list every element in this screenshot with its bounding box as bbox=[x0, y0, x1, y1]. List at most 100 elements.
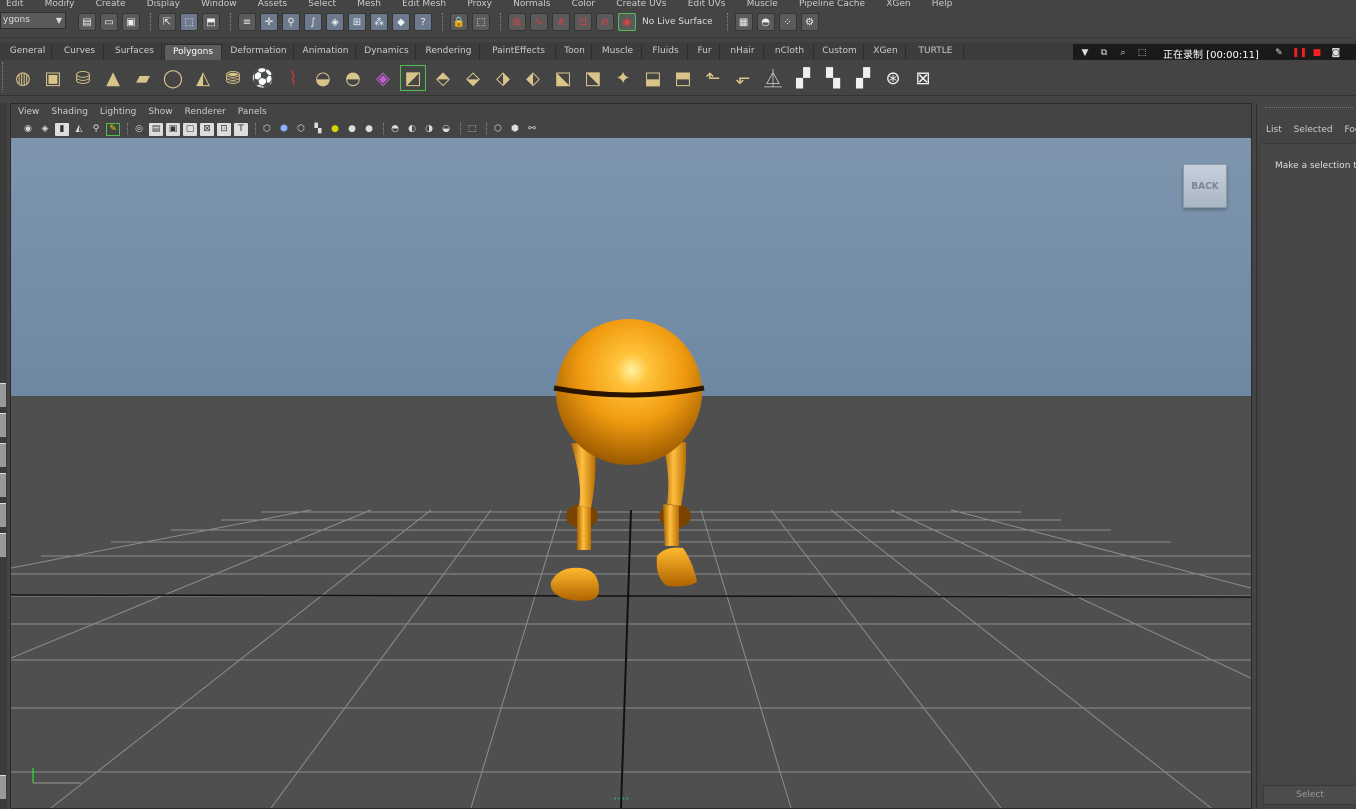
menu-window[interactable]: Window bbox=[201, 0, 237, 8]
render-view-icon[interactable]: ▦ bbox=[734, 13, 753, 31]
select-misc-icon[interactable]: ? bbox=[414, 13, 432, 31]
poly-torus-icon[interactable]: ◯ bbox=[160, 65, 186, 91]
resolution-gate-icon[interactable]: ▣ bbox=[166, 122, 180, 136]
menu-modify[interactable]: Modify bbox=[45, 0, 75, 8]
poly-pipe-icon[interactable]: ⛃ bbox=[220, 65, 246, 91]
depth-of-field-icon[interactable]: ◑ bbox=[422, 123, 436, 136]
view-cube-back[interactable]: BACK bbox=[1183, 164, 1227, 208]
separate-icon[interactable]: ◓ bbox=[340, 65, 366, 91]
tool-button[interactable] bbox=[0, 775, 6, 799]
camera-icon[interactable]: ◙ bbox=[1330, 47, 1342, 59]
poly-pyramid-icon[interactable]: ◭ bbox=[190, 65, 216, 91]
ipr-render-icon[interactable]: ⁘ bbox=[778, 13, 797, 31]
tool-button[interactable] bbox=[0, 503, 6, 527]
select-curves-icon[interactable]: ∫ bbox=[304, 13, 322, 31]
panel-menu-panels[interactable]: Panels bbox=[238, 107, 267, 117]
smooth-proxy-icon[interactable]: ◈ bbox=[370, 65, 396, 91]
gate-mask-icon[interactable]: ▢ bbox=[183, 122, 197, 136]
duplicate-face-icon[interactable]: ⬒ bbox=[670, 65, 696, 91]
panel-menu-view[interactable]: View bbox=[18, 107, 39, 117]
menu-xgen[interactable]: XGen bbox=[886, 0, 910, 8]
poly-cone-icon[interactable]: ▲ bbox=[100, 65, 126, 91]
soccer-ball-icon[interactable]: ⚽ bbox=[250, 65, 276, 91]
image-plane-icon[interactable]: ◭ bbox=[72, 123, 86, 136]
grid-toggle-icon[interactable]: ◎ bbox=[132, 123, 146, 136]
tool-button[interactable] bbox=[0, 413, 6, 437]
select-dynamics-icon[interactable]: ⁂ bbox=[370, 13, 388, 31]
render-settings-icon[interactable]: ⚙ bbox=[800, 13, 819, 31]
stop-icon[interactable]: ■ bbox=[1311, 47, 1323, 59]
lock-selection-icon[interactable]: 🔒 bbox=[450, 13, 468, 31]
safe-action-icon[interactable]: ⊡ bbox=[217, 122, 231, 136]
select-rendering-icon[interactable]: ◆ bbox=[392, 13, 410, 31]
select-button[interactable]: Select bbox=[1263, 785, 1356, 805]
split-polygon-icon[interactable]: ⬗ bbox=[490, 65, 516, 91]
tab-custom[interactable]: Custom bbox=[816, 44, 864, 60]
reduce-icon[interactable]: ⬐ bbox=[730, 65, 756, 91]
select-handles-icon[interactable]: ✛ bbox=[260, 13, 278, 31]
shadows-icon[interactable]: ● bbox=[345, 123, 359, 136]
isolate-select-icon[interactable]: ⬚ bbox=[465, 123, 479, 136]
pause-icon[interactable]: ❚❚ bbox=[1292, 47, 1307, 59]
cylindrical-mapping-icon[interactable]: ▚ bbox=[820, 65, 846, 91]
tab-muscle[interactable]: Muscle bbox=[594, 44, 642, 60]
multisample-aa-icon[interactable]: ◐ bbox=[405, 123, 419, 136]
tool-button[interactable] bbox=[0, 473, 6, 497]
2d-pan-zoom-icon[interactable]: ⚲ bbox=[89, 123, 103, 136]
automatic-mapping-icon[interactable]: ⊛ bbox=[880, 65, 906, 91]
chamfer-icon[interactable]: ⬓ bbox=[640, 65, 666, 91]
menu-display[interactable]: Display bbox=[147, 0, 180, 8]
snap-to-curve-icon[interactable]: ∿ bbox=[530, 13, 548, 31]
tab-xgen[interactable]: XGen bbox=[866, 44, 906, 60]
menu-edit-uvs[interactable]: Edit UVs bbox=[688, 0, 726, 8]
mask-menu-icon[interactable]: ≡ bbox=[238, 13, 256, 31]
smooth-shade-icon[interactable]: ⬢ bbox=[277, 123, 291, 136]
wedge-icon[interactable]: ⬔ bbox=[580, 65, 606, 91]
menu-selected[interactable]: Selected bbox=[1294, 125, 1333, 135]
poly-sphere-icon[interactable]: ◍ bbox=[10, 65, 36, 91]
menu-focus[interactable]: Foc bbox=[1345, 125, 1356, 135]
tab-deformation[interactable]: Deformation bbox=[224, 44, 294, 60]
field-chart-icon[interactable]: ⊠ bbox=[200, 122, 214, 136]
spherical-mapping-icon[interactable]: ▞ bbox=[850, 65, 876, 91]
tab-polygons[interactable]: Polygons bbox=[164, 44, 222, 60]
x-ray-joints-icon[interactable]: ⬢ bbox=[508, 123, 522, 136]
safe-title-icon[interactable]: T bbox=[234, 122, 248, 136]
menu-select[interactable]: Select bbox=[308, 0, 336, 8]
tab-fluids[interactable]: Fluids bbox=[644, 44, 688, 60]
tab-painteffects[interactable]: PaintEffects bbox=[482, 44, 556, 60]
menu-set-dropdown[interactable]: ygons ▼ bbox=[0, 12, 66, 29]
tab-turtle[interactable]: TURTLE bbox=[908, 44, 964, 60]
menu-edit-mesh[interactable]: Edit Mesh bbox=[402, 0, 446, 8]
menu-edit[interactable]: Edit bbox=[6, 0, 23, 8]
select-camera-icon[interactable]: ◉ bbox=[21, 123, 35, 136]
new-scene-icon[interactable]: ▤ bbox=[78, 13, 96, 31]
tab-curves[interactable]: Curves bbox=[56, 44, 104, 60]
camera-attributes-icon[interactable]: ◈ bbox=[38, 123, 52, 136]
tool-button[interactable] bbox=[0, 383, 6, 407]
use-all-lights-icon[interactable]: ● bbox=[328, 123, 342, 136]
film-gate-icon[interactable]: ▤ bbox=[149, 122, 163, 136]
poly-cylinder-icon[interactable]: ⛁ bbox=[70, 65, 96, 91]
panel-menu-shading[interactable]: Shading bbox=[51, 107, 88, 117]
textured-icon[interactable]: ▚ bbox=[311, 123, 325, 136]
pen-icon[interactable]: ✎ bbox=[1273, 47, 1285, 59]
wireframe-on-shaded-icon[interactable]: ⬡ bbox=[294, 123, 308, 136]
snap-to-point-icon[interactable]: ⋔ bbox=[552, 13, 570, 31]
make-live-icon[interactable]: ⊘ bbox=[596, 13, 614, 31]
extrude-icon[interactable]: ◩ bbox=[400, 65, 426, 91]
bookmarks-icon[interactable]: ▮ bbox=[55, 122, 69, 136]
menu-muscle[interactable]: Muscle bbox=[747, 0, 778, 8]
insert-edge-loop-icon[interactable]: ⬖ bbox=[520, 65, 546, 91]
tab-fur[interactable]: Fur bbox=[690, 44, 720, 60]
tab-toon[interactable]: Toon bbox=[558, 44, 592, 60]
select-by-component-icon[interactable]: ⬒ bbox=[202, 13, 220, 31]
render-frame-icon[interactable]: ◓ bbox=[756, 13, 775, 31]
hardware-fog-icon[interactable]: ◒ bbox=[439, 123, 453, 136]
tab-animation[interactable]: Animation bbox=[296, 44, 356, 60]
select-deformations-icon[interactable]: ⊞ bbox=[348, 13, 366, 31]
menu-pipeline-cache[interactable]: Pipeline Cache bbox=[799, 0, 865, 8]
menu-mesh[interactable]: Mesh bbox=[357, 0, 381, 8]
open-scene-icon[interactable]: ▭ bbox=[100, 13, 118, 31]
poly-plane-icon[interactable]: ▰ bbox=[130, 65, 156, 91]
